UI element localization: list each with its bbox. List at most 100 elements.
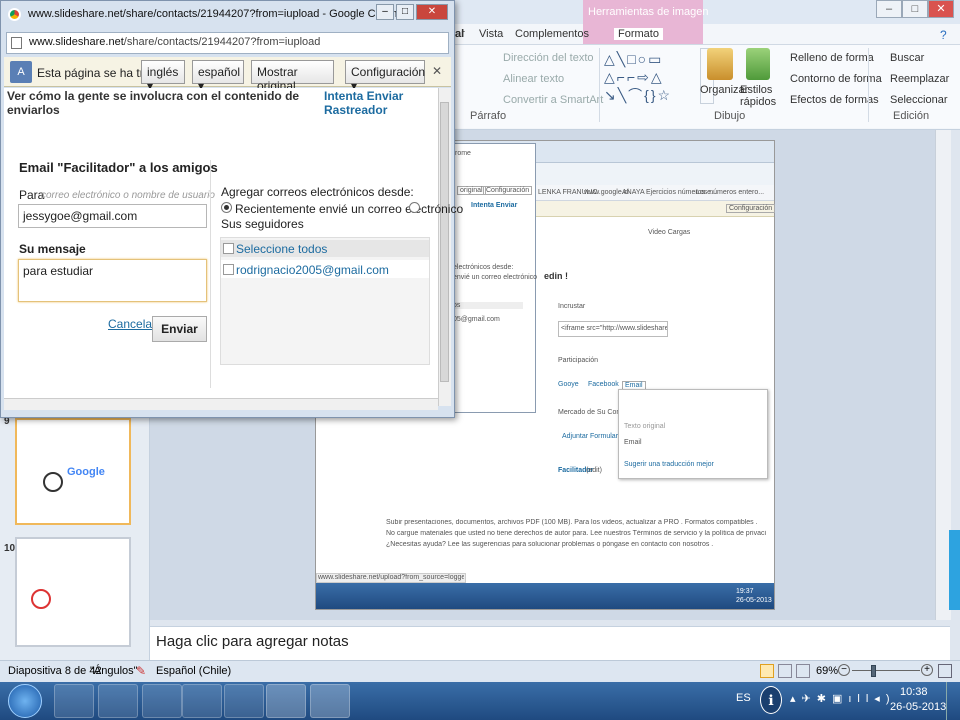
close-icon[interactable]: ✕ [432,64,442,78]
quick-styles-button[interactable]: Estilos rápidos [740,84,776,108]
shape-effects-button[interactable]: Efectos de formas [790,94,879,106]
to-input[interactable]: jessygoe@gmail.com [18,204,207,228]
language[interactable]: Español (Chile) [156,665,231,677]
input-language[interactable]: ES [736,692,751,704]
translate-settings-button[interactable]: Configuración ▾ [345,60,426,93]
notes-pane[interactable]: Haga clic para agregar notas [150,626,950,660]
fit-window-icon[interactable] [938,664,952,678]
ribbon-separator [868,48,869,122]
tab-vista[interactable]: Vista [479,28,503,40]
tab-formato[interactable]: Formato [614,28,663,40]
normal-view-icon[interactable] [760,664,774,678]
find-button[interactable]: Buscar [890,52,924,64]
contact-email: rodrignacio2005@gmail.com [236,263,389,277]
zoom-in-icon[interactable]: + [921,664,933,676]
slide-number: 10 [4,543,16,554]
picture-tools-label: Herramientas de imagen [588,6,709,18]
minimize-button[interactable]: – [876,0,902,18]
tray-icons[interactable]: ▴✈✱▣ıll◂) [790,692,895,705]
address-bar[interactable]: www.slideshare.net/share/contacts/219442… [6,32,449,54]
embedded-original-button: original [457,186,486,195]
shape-fill-button[interactable]: Relleno de forma [790,52,874,64]
media-player-icon[interactable] [98,684,138,718]
contact-checkbox[interactable] [223,264,234,275]
clock-time[interactable]: 10:38 [900,686,928,698]
cancel-link[interactable]: Cancelar [108,317,156,331]
align-text-button[interactable]: Alinear texto [503,73,564,85]
slide-thumbnail[interactable] [15,537,131,647]
embedded-edit: (edit) [586,467,602,474]
chrome-maximize-button[interactable]: □ [396,4,414,20]
slide-count: Diapositiva 8 de 42 [8,665,102,677]
zoom-slider-thumb[interactable] [871,665,876,677]
spellcheck-icon[interactable]: ✎ [136,664,146,678]
chrome-taskbar-icon[interactable] [266,684,306,718]
powerpoint-taskbar-icon[interactable] [310,684,350,718]
text-direction-button[interactable]: Dirección del texto [503,52,594,64]
chrome-close-button[interactable]: ✕ [416,4,448,20]
quick-styles-icon [746,48,770,80]
target-language-select[interactable]: español ▾ [192,60,244,93]
content-scrollbar[interactable] [438,88,451,406]
circle-annotation [43,472,63,492]
source-language-select[interactable]: inglés ▾ [141,60,185,93]
zoom-slider[interactable] [852,670,920,671]
message-textarea[interactable]: para estudiar [18,259,207,302]
embedded-share-google: Gooye [558,381,579,388]
replace-button[interactable]: Reemplazar [890,73,949,85]
send-button[interactable]: Enviar [152,316,207,342]
url-host: www.slideshare.net [29,36,124,48]
theme-name: "Ángulos" [90,665,138,677]
select-button[interactable]: Seleccionar [890,94,947,106]
chrome-minimize-button[interactable]: – [376,4,394,20]
source-language-value: inglés [147,65,179,79]
start-button[interactable] [8,684,42,718]
app-icon[interactable] [224,684,264,718]
maximize-button[interactable]: □ [902,0,928,18]
help-icon[interactable]: ? [940,28,947,42]
embedded-os-fragment: os [453,302,523,309]
followers-radio[interactable] [409,202,420,213]
paragraph-group-label: Párrafo [470,110,507,122]
reading-view-icon[interactable] [796,664,810,678]
select-all-checkbox[interactable] [223,243,234,254]
smartart-button[interactable]: Convertir a SmartArt [503,94,603,106]
tab-fragment-ar[interactable]: ar [455,28,465,40]
editing-group-label: Edición [893,110,930,122]
explorer-icon[interactable] [142,684,182,718]
horizontal-scrollbar[interactable] [4,398,438,410]
side-accent [949,530,960,610]
followers-option-label: Sus seguidores [221,217,304,231]
zoom-level: 69% [816,665,839,677]
scrollbar-thumb[interactable] [440,102,449,382]
try-tracker-link[interactable]: Intenta Enviar Rastreador [324,89,404,117]
email-heading: Email "Facilitador" a los amigos [19,160,218,175]
zoom-out-icon[interactable]: − [838,664,850,676]
shapes-gallery[interactable]: △╲□○▭ △⌐⌐⇨△ ↘╲⌒{}☆ [604,50,696,106]
translate-message: Esta página se ha tr... [37,66,154,80]
embedded-participacion: Participación [558,357,599,364]
circle-annotation [31,589,51,609]
tab-complementos[interactable]: Complementos [515,28,589,40]
embedded-config-button: Configuración [726,204,776,213]
help-tray-icon[interactable]: ℹ [760,686,782,714]
embedded-email-word: Email [624,439,642,446]
clock-date[interactable]: 26-05-2013 [890,701,946,713]
translate-settings-label: Configuración [351,65,426,79]
embedded-share-facebook: Facebook [588,381,619,388]
recent-option-label: Recientemente envié un correo electrónic… [235,202,464,216]
message-label: Su mensaje [19,242,86,256]
slide-thumbnail[interactable]: Google [15,418,131,525]
ie-icon[interactable] [54,684,94,718]
show-original-button[interactable]: Mostrar original [251,60,334,93]
bookmark-item: Los números entero... [696,189,765,196]
recent-radio[interactable] [221,202,232,213]
show-desktop-button[interactable] [946,682,960,720]
chrome-window-title: www.slideshare.net/share/contacts/219442… [28,8,407,20]
hp-icon[interactable] [182,684,222,718]
chrome-logo-icon [8,8,21,21]
slide-sorter-icon[interactable] [778,664,792,678]
embedded-bullet: No cargue materiales que usted no tiene … [386,530,766,537]
target-language-value: español [198,65,241,79]
close-button[interactable]: ✕ [928,0,954,18]
